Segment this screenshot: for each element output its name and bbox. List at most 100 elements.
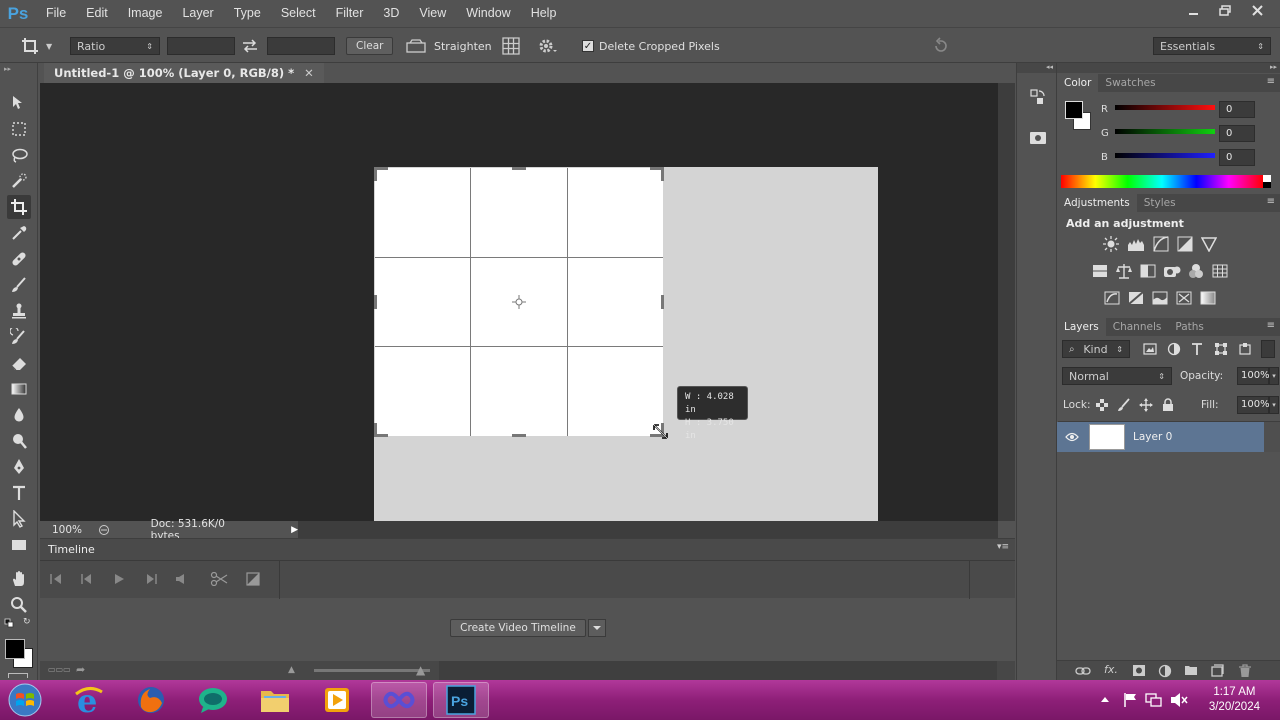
black-swatch[interactable]	[1263, 182, 1271, 188]
create-video-timeline-button[interactable]: Create Video Timeline	[450, 619, 586, 637]
status-menu-arrow-icon[interactable]: ▶	[291, 525, 298, 535]
tab-paths[interactable]: Paths	[1168, 318, 1211, 336]
crop-handle-left[interactable]	[374, 295, 377, 309]
taskbar-media-player[interactable]	[309, 682, 365, 718]
type-tool[interactable]	[7, 481, 31, 505]
gradient-map-icon[interactable]	[1199, 290, 1217, 306]
timeline-type-dropdown[interactable]	[588, 619, 606, 637]
opacity-dropdown[interactable]: ▾	[1269, 367, 1279, 385]
selective-color-icon[interactable]	[1175, 290, 1193, 306]
shape-layer-filter-icon[interactable]	[1212, 340, 1230, 358]
crop-handle-bottom-left[interactable]	[374, 423, 377, 437]
path-selection-tool[interactable]	[7, 507, 31, 531]
swap-button[interactable]	[241, 28, 259, 64]
tab-color[interactable]: Color	[1057, 74, 1099, 92]
crop-handle-top-left[interactable]	[374, 167, 377, 181]
vertical-scrollbar[interactable]	[998, 83, 1015, 521]
menu-view[interactable]: View	[409, 0, 456, 27]
ratio-dropdown[interactable]: Ratio ⇕	[70, 37, 160, 55]
smart-object-filter-icon[interactable]	[1236, 340, 1254, 358]
tab-channels[interactable]: Channels	[1106, 318, 1169, 336]
fill-input[interactable]: 100%	[1237, 396, 1270, 414]
taskbar-file-explorer[interactable]	[247, 682, 303, 718]
show-hidden-icons[interactable]	[1100, 695, 1110, 703]
start-button[interactable]	[0, 682, 50, 718]
menu-window[interactable]: Window	[456, 0, 520, 27]
black-white-icon[interactable]	[1139, 263, 1157, 279]
color-spectrum-bar[interactable]	[1061, 175, 1263, 188]
transition-icon[interactable]	[246, 572, 260, 586]
canvas-area[interactable]: W : 4.028 in H : 3.750 in	[40, 83, 998, 521]
link-layers-icon[interactable]	[1075, 665, 1091, 677]
quick-selection-tool[interactable]	[7, 169, 31, 193]
lasso-tool[interactable]	[7, 143, 31, 167]
collapse-icon[interactable]: ▸▸	[1057, 63, 1280, 73]
overlay-options-button[interactable]	[502, 28, 520, 64]
taskbar-messenger[interactable]	[185, 682, 241, 718]
crop-box[interactable]	[374, 167, 664, 437]
vibrance-icon[interactable]	[1200, 236, 1218, 252]
brush-tool[interactable]	[7, 273, 31, 297]
delete-cropped-pixels[interactable]: ✓ Delete Cropped Pixels	[582, 28, 720, 64]
eye-icon[interactable]	[1065, 431, 1079, 443]
history-panel-icon[interactable]	[1029, 88, 1047, 106]
move-tool[interactable]	[7, 91, 31, 115]
fx-icon[interactable]: fx.	[1104, 663, 1118, 676]
flag-icon[interactable]	[1122, 692, 1138, 708]
menu-filter[interactable]: Filter	[326, 0, 374, 27]
crop-handle-bottom[interactable]	[512, 434, 526, 437]
blur-tool[interactable]	[7, 403, 31, 427]
crop-handle-top[interactable]	[512, 167, 526, 170]
crop-handle-right[interactable]	[661, 295, 664, 309]
lock-position-icon[interactable]	[1137, 396, 1155, 414]
render-icon[interactable]: ▭▭▭	[48, 665, 71, 674]
new-adjustment-layer-icon[interactable]	[1158, 664, 1172, 678]
pen-tool[interactable]	[7, 455, 31, 479]
expand-icon[interactable]: ▸▸	[4, 65, 11, 73]
rectangle-tool[interactable]	[7, 533, 31, 557]
crop-tool[interactable]	[7, 195, 31, 219]
layers-scrollbar[interactable]	[1264, 422, 1280, 452]
filter-kind-dropdown[interactable]: ⌕ Kind ⇕	[1062, 340, 1130, 358]
lock-all-icon[interactable]	[1159, 396, 1177, 414]
posterize-icon[interactable]	[1127, 290, 1145, 306]
close-tab-icon[interactable]: ✕	[304, 66, 314, 80]
pixel-layer-filter-icon[interactable]	[1141, 340, 1159, 358]
tab-adjustments[interactable]: Adjustments	[1057, 194, 1137, 212]
taskbar-internet-explorer[interactable]: e	[61, 682, 117, 718]
panel-menu-icon[interactable]: ≡	[1267, 320, 1275, 331]
menu-help[interactable]: Help	[521, 0, 567, 27]
history-brush-tool[interactable]	[7, 325, 31, 349]
quick-mask-icon[interactable]	[8, 673, 28, 678]
healing-brush-tool[interactable]	[7, 247, 31, 271]
lock-image-pixels-icon[interactable]	[1115, 396, 1133, 414]
layer-mask-icon[interactable]	[1132, 664, 1146, 677]
taskbar-firefox[interactable]	[123, 682, 179, 718]
channel-mixer-icon[interactable]	[1187, 263, 1205, 279]
swap-colors-icon[interactable]: ↻	[23, 617, 31, 627]
convert-icon[interactable]: ➦	[76, 663, 85, 676]
marquee-tool[interactable]	[7, 117, 31, 141]
photo-filter-icon[interactable]	[1163, 263, 1181, 279]
crop-settings-button[interactable]	[538, 28, 558, 64]
workspace-dropdown[interactable]: Essentials ⇕	[1153, 37, 1271, 55]
clear-button[interactable]: Clear	[346, 37, 394, 55]
play-icon[interactable]	[112, 573, 126, 585]
menu-edit[interactable]: Edit	[76, 0, 118, 27]
width-input[interactable]	[167, 37, 235, 55]
panel-menu-icon[interactable]: ≡	[1267, 196, 1275, 207]
panel-menu-icon[interactable]: ▾≡	[997, 542, 1009, 552]
color-balance-icon[interactable]	[1115, 263, 1133, 279]
eyedropper-tool[interactable]	[7, 221, 31, 245]
blue-gradient-bar[interactable]	[1115, 153, 1215, 158]
lock-transparent-pixels-icon[interactable]	[1093, 396, 1111, 414]
horizontal-scrollbar[interactable]	[298, 521, 998, 538]
type-layer-filter-icon[interactable]	[1188, 340, 1206, 358]
panel-menu-icon[interactable]: ≡	[1267, 76, 1275, 87]
green-value[interactable]: 0	[1219, 125, 1255, 142]
red-gradient-bar[interactable]	[1115, 105, 1215, 110]
straighten-button[interactable]: Straighten	[406, 28, 492, 64]
red-slider[interactable]: R 0	[1101, 101, 1276, 119]
red-value[interactable]: 0	[1219, 101, 1255, 118]
taskbar-photoshop[interactable]: Ps	[433, 682, 489, 718]
